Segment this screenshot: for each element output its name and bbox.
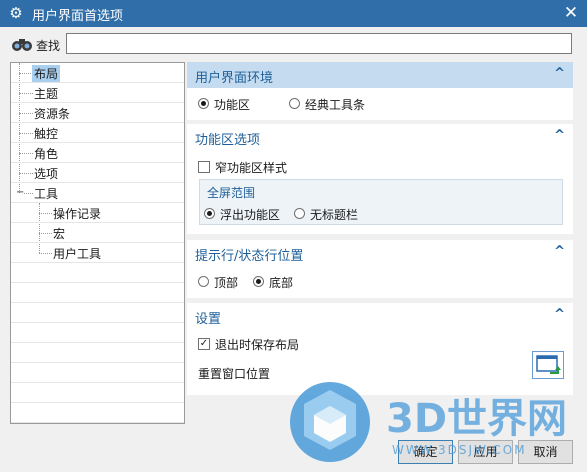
cancel-button[interactable]: 取消 <box>518 440 573 464</box>
top-radio-label[interactable]: 顶部 <box>214 274 238 291</box>
tree-item-label: 主题 <box>34 87 59 101</box>
no-titlebar-label[interactable]: 无标题栏 <box>310 206 358 223</box>
tree-item-label: 角色 <box>34 147 59 161</box>
floating-ribbon-label[interactable]: 浮出功能区 <box>220 206 280 223</box>
chevron-up-icon[interactable]: ^ <box>554 244 565 259</box>
tree-item-role[interactable]: 角色 <box>11 143 184 163</box>
chevron-up-icon[interactable]: ^ <box>554 128 565 143</box>
tree-item-label: 布局 <box>32 65 61 82</box>
tree-empty-row <box>11 263 184 283</box>
reset-window-label: 重置窗口位置 <box>198 367 271 381</box>
gear-icon: ⚙ <box>9 4 23 22</box>
group-title: 全屏范围 <box>207 186 256 200</box>
tree-empty-row <box>11 363 184 383</box>
tree-item-label: 选项 <box>34 167 59 181</box>
chevron-up-icon[interactable]: ^ <box>554 307 565 322</box>
classic-toolbar-radio[interactable] <box>289 98 300 109</box>
reset-window-icon <box>536 355 561 374</box>
section-title: 用户界面环境 <box>195 71 274 86</box>
tree-item-macro[interactable]: 宏 <box>11 223 184 243</box>
bottom-radio-label[interactable]: 底部 <box>269 274 293 291</box>
tree-item-label: 用户工具 <box>53 247 102 261</box>
apply-button[interactable]: 应用 <box>458 440 513 464</box>
narrow-ribbon-checkbox[interactable] <box>198 161 210 173</box>
title-bar: ⚙ 用户界面首选项 ✕ <box>0 0 587 27</box>
tree-empty-row <box>11 283 184 303</box>
ui-environment-header[interactable]: 用户界面环境 ^ <box>187 62 573 88</box>
cue-line-section: 提示行/状态行位置 ^ 顶部 底部 <box>187 240 573 298</box>
search-input[interactable] <box>66 33 572 54</box>
classic-toolbar-radio-label[interactable]: 经典工具条 <box>305 96 365 113</box>
tree-empty-row <box>11 323 184 343</box>
tree-item-layout[interactable]: 布局 <box>11 63 184 83</box>
ribbon-radio[interactable] <box>198 98 209 109</box>
full-screen-group: 全屏范围 浮出功能区 无标题栏 <box>199 179 563 225</box>
collapse-icon[interactable]: − <box>16 188 24 198</box>
save-layout-label[interactable]: 退出时保存布局 <box>215 336 299 353</box>
tree-item-options[interactable]: 选项 <box>11 163 184 183</box>
ribbon-options-header[interactable]: 功能区选项 ^ <box>187 124 573 150</box>
tree-item-user-tools[interactable]: 用户工具 <box>11 243 184 263</box>
floating-ribbon-radio[interactable] <box>204 208 215 219</box>
ok-button[interactable]: 确定 <box>398 440 453 464</box>
tree-item-theme[interactable]: 主题 <box>11 83 184 103</box>
window-title: 用户界面首选项 <box>32 9 124 24</box>
chevron-up-icon[interactable]: ^ <box>554 66 565 81</box>
settings-section: 设置 ^ ✓ 退出时保存布局 重置窗口位置 <box>187 303 573 395</box>
tree-item-touch[interactable]: 触控 <box>11 123 184 143</box>
no-titlebar-radio[interactable] <box>294 208 305 219</box>
tree-item-label: 资源条 <box>34 107 71 121</box>
binoculars-icon <box>12 39 32 51</box>
navigation-tree: 布局 主题 资源条 触控 角色 选项 − 工具 操作记录 宏 用户工具 <box>10 62 185 424</box>
watermark-brand: 3D世界网 <box>386 396 567 442</box>
section-title: 设置 <box>195 312 222 327</box>
reset-window-button[interactable] <box>532 351 564 379</box>
tree-item-label: 宏 <box>53 227 66 241</box>
ribbon-options-section: 功能区选项 ^ 窄功能区样式 全屏范围 浮出功能区 无标题栏 <box>187 124 573 234</box>
tree-item-tools[interactable]: − 工具 <box>11 183 184 203</box>
section-title: 功能区选项 <box>195 133 261 148</box>
narrow-ribbon-label[interactable]: 窄功能区样式 <box>215 159 287 176</box>
tree-empty-row <box>11 343 184 363</box>
ui-environment-section: 用户界面环境 ^ 功能区 经典工具条 <box>187 62 573 120</box>
search-row: 查找 <box>0 27 587 61</box>
close-icon[interactable]: ✕ <box>555 0 587 27</box>
cue-line-header[interactable]: 提示行/状态行位置 ^ <box>187 240 573 266</box>
section-title: 提示行/状态行位置 <box>195 249 304 264</box>
bottom-radio[interactable] <box>253 276 264 287</box>
ribbon-radio-label[interactable]: 功能区 <box>214 96 250 113</box>
settings-header[interactable]: 设置 ^ <box>187 303 573 329</box>
tree-empty-row <box>11 383 184 403</box>
tree-item-label: 触控 <box>34 127 59 141</box>
tree-item-label: 操作记录 <box>53 207 102 221</box>
tree-item-journal[interactable]: 操作记录 <box>11 203 184 223</box>
save-layout-checkbox[interactable]: ✓ <box>198 338 210 350</box>
tree-item-resource-bar[interactable]: 资源条 <box>11 103 184 123</box>
search-label: 查找 <box>36 39 61 53</box>
tree-empty-row <box>11 403 184 423</box>
top-radio[interactable] <box>198 276 209 287</box>
tree-item-label: 工具 <box>34 187 59 201</box>
tree-empty-row <box>11 303 184 323</box>
